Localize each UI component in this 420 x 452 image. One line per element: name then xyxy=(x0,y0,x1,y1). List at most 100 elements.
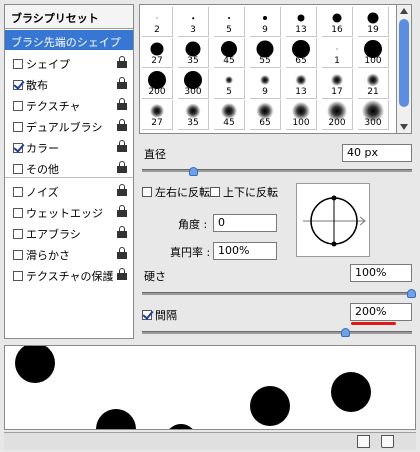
brush-tip-size: 35 xyxy=(187,56,199,66)
brush-tip-cell[interactable]: 27 xyxy=(142,100,173,130)
brush-tip-cell[interactable]: 17 xyxy=(322,69,353,99)
airbrush-checkbox[interactable] xyxy=(13,229,23,239)
scatter-checkbox[interactable] xyxy=(13,80,23,90)
hardness-field[interactable]: 100% xyxy=(350,264,412,282)
brush-tip-cell[interactable]: 2 xyxy=(142,7,173,37)
diameter-track[interactable] xyxy=(142,169,412,172)
brush-tip-cell[interactable]: 300 xyxy=(178,69,209,99)
protect-texture-checkbox[interactable] xyxy=(13,271,23,281)
diameter-field[interactable]: 40 px xyxy=(342,144,412,162)
brush-tip-size: 2 xyxy=(154,25,160,35)
hardness-track[interactable] xyxy=(142,292,412,295)
option-protect-texture[interactable]: テクスチャの保護 xyxy=(5,264,133,284)
brush-tip-cell[interactable]: 27 xyxy=(142,38,173,68)
brush-tip-cell[interactable]: 200 xyxy=(322,100,353,130)
brush-tip-size: 9 xyxy=(262,87,268,97)
brush-tip-cell[interactable]: 35 xyxy=(178,100,209,130)
option-wet-edges[interactable]: ウェットエッジ xyxy=(5,201,133,221)
option-texture[interactable]: テクスチャ xyxy=(5,94,133,114)
new-preset-icon[interactable] xyxy=(357,435,370,448)
smoothing-checkbox[interactable] xyxy=(13,250,23,260)
brush-tip-cell[interactable]: 100 xyxy=(286,100,317,130)
color-checkbox[interactable] xyxy=(13,143,23,153)
brush-tip-cell[interactable]: 35 xyxy=(178,38,209,68)
option-dual-brush[interactable]: デュアルブラシ xyxy=(5,115,133,135)
brush-tip-cell[interactable]: 19 xyxy=(358,7,389,37)
brush-tip-icon xyxy=(156,17,158,19)
scroll-down-icon[interactable] xyxy=(400,124,408,130)
preview-dab xyxy=(165,424,197,429)
lock-icon[interactable] xyxy=(117,56,127,68)
brush-tip-cell[interactable]: 3 xyxy=(178,7,209,37)
brush-tip-cell[interactable]: 13 xyxy=(286,69,317,99)
brush-tip-cell[interactable]: 65 xyxy=(286,38,317,68)
option-other[interactable]: その他 xyxy=(5,157,133,177)
brush-tip-cell[interactable]: 16 xyxy=(322,7,353,37)
dual-brush-checkbox[interactable] xyxy=(13,122,23,132)
lock-icon[interactable] xyxy=(117,98,127,110)
brush-tip-cell[interactable]: 200 xyxy=(142,69,173,99)
texture-checkbox[interactable] xyxy=(13,101,23,111)
brush-tip-cell[interactable]: 55 xyxy=(250,38,281,68)
spacing-slider-thumb[interactable] xyxy=(341,328,350,337)
other-checkbox[interactable] xyxy=(13,164,23,174)
lock-icon[interactable] xyxy=(117,268,127,280)
lock-icon[interactable] xyxy=(117,184,127,196)
brush-tip-size: 65 xyxy=(295,56,307,66)
lock-icon[interactable] xyxy=(117,119,127,131)
option-shape[interactable]: シェイプ xyxy=(5,52,133,72)
brush-tip-cell[interactable]: 300 xyxy=(358,100,389,130)
spacing-track[interactable] xyxy=(142,331,412,334)
trash-icon[interactable] xyxy=(381,435,394,448)
brush-tip-size: 100 xyxy=(292,118,310,128)
flip-x-option[interactable]: 左右に反転 xyxy=(142,184,210,200)
brush-tip-cell[interactable]: 100 xyxy=(358,38,389,68)
brush-tip-size: 200 xyxy=(328,118,346,128)
brush-tip-size: 27 xyxy=(151,118,163,128)
brush-tip-cell[interactable]: 1 xyxy=(322,38,353,68)
lock-icon[interactable] xyxy=(117,205,127,217)
noise-checkbox[interactable] xyxy=(13,187,23,197)
lock-icon[interactable] xyxy=(117,247,127,259)
roundness-field[interactable]: 100% xyxy=(213,242,277,260)
angle-field[interactable]: 0 xyxy=(213,214,277,232)
lock-icon[interactable] xyxy=(117,226,127,238)
lock-icon[interactable] xyxy=(117,77,127,89)
brush-tip-cell[interactable]: 13 xyxy=(286,7,317,37)
flip-y-option[interactable]: 上下に反転 xyxy=(210,184,278,200)
brush-tip-icon xyxy=(297,14,305,22)
lock-icon[interactable] xyxy=(117,140,127,152)
brush-grid-scrollbar[interactable] xyxy=(396,4,412,134)
scroll-up-icon[interactable] xyxy=(400,8,408,14)
brush-tip-icon xyxy=(256,102,274,120)
option-scatter[interactable]: 散布 xyxy=(5,73,133,93)
hardness-slider-thumb[interactable] xyxy=(407,289,416,298)
brush-tip-shape-item[interactable]: ブラシ先端のシェイプ xyxy=(5,30,133,50)
brush-tip-cell[interactable]: 65 xyxy=(250,100,281,130)
brush-tip-cell[interactable]: 5 xyxy=(214,69,245,99)
lock-icon[interactable] xyxy=(117,161,127,173)
shape-checkbox[interactable] xyxy=(13,59,23,69)
option-airbrush[interactable]: エアブラシ xyxy=(5,222,133,242)
brush-tip-cell[interactable]: 9 xyxy=(250,69,281,99)
brush-tip-cell[interactable]: 5 xyxy=(214,7,245,37)
flip-x-checkbox[interactable] xyxy=(142,187,152,197)
flip-y-checkbox[interactable] xyxy=(210,187,220,197)
flip-y-label: 上下に反転 xyxy=(223,186,278,199)
wet-edges-checkbox[interactable] xyxy=(13,208,23,218)
brush-tip-cell[interactable]: 21 xyxy=(358,69,389,99)
spacing-option[interactable]: 間隔 xyxy=(142,307,177,323)
option-noise[interactable]: ノイズ xyxy=(5,180,133,200)
brush-tip-cell[interactable]: 45 xyxy=(214,38,245,68)
option-smoothing[interactable]: 滑らかさ xyxy=(5,243,133,263)
brush-presets-header[interactable]: ブラシプリセット xyxy=(5,5,133,29)
diameter-slider-thumb[interactable] xyxy=(189,167,198,176)
spacing-field[interactable]: 200% xyxy=(350,303,412,321)
hardness-label: 硬さ xyxy=(144,270,166,283)
brush-tip-cell[interactable]: 9 xyxy=(250,7,281,37)
option-color[interactable]: カラー xyxy=(5,136,133,156)
brush-tip-cell[interactable]: 45 xyxy=(214,100,245,130)
spacing-checkbox[interactable] xyxy=(142,310,152,320)
scroll-thumb[interactable] xyxy=(399,19,409,107)
brush-angle-preview[interactable] xyxy=(296,183,370,257)
